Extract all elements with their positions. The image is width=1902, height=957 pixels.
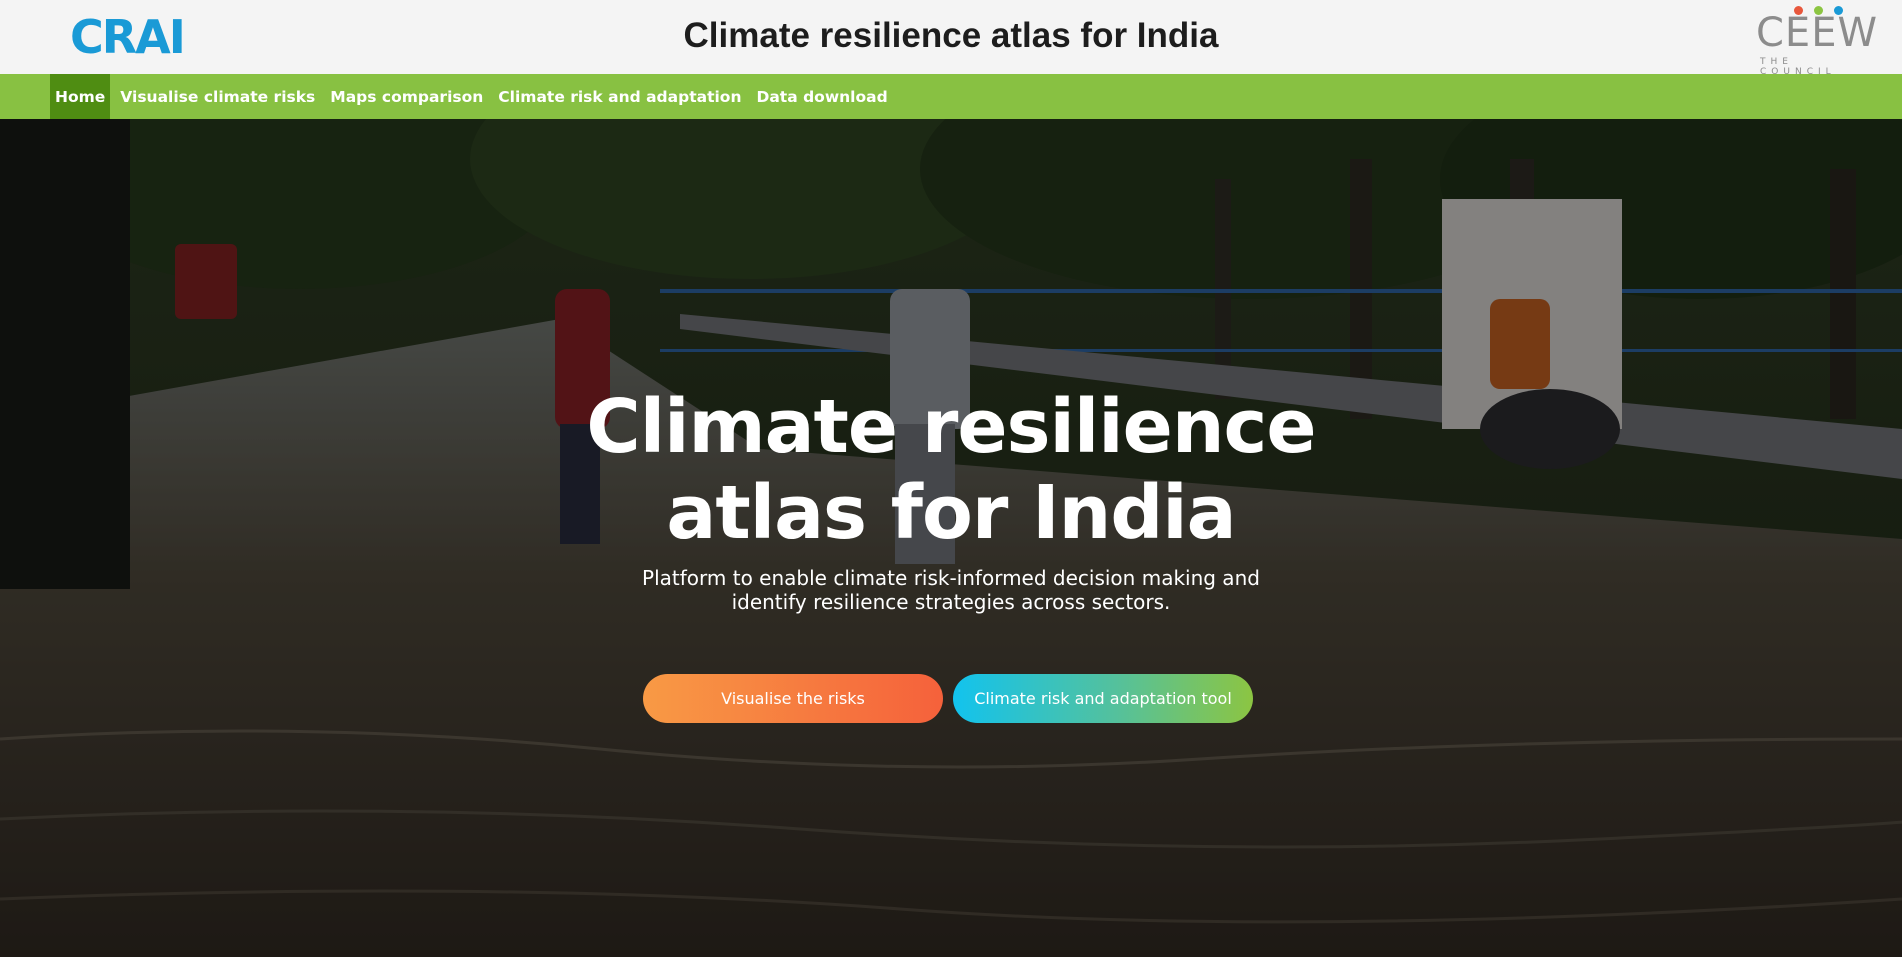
- hero-title-line: Climate resilience: [586, 384, 1316, 470]
- visualise-risks-button[interactable]: Visualise the risks: [643, 674, 943, 723]
- nav-item-data-download[interactable]: Data download: [751, 74, 897, 119]
- site-title: Climate resilience atlas for India: [683, 16, 1219, 55]
- hero-title-line: atlas for India: [666, 470, 1236, 556]
- main-nav: Home Visualise climate risks Maps compar…: [0, 74, 1902, 119]
- ceew-logo[interactable]: CEEW THE COUNCIL: [1754, 6, 1877, 77]
- hero-subtitle: Platform to enable climate risk-informed…: [0, 566, 1902, 614]
- hero-title: Climate resilience atlas for India: [0, 384, 1902, 556]
- hero-subtitle-line: Platform to enable climate risk-informed…: [642, 566, 1260, 590]
- ceew-logo-word: CEEW: [1756, 10, 1879, 56]
- top-header: CRAI Climate resilience atlas for India …: [0, 0, 1902, 77]
- nav-item-maps-comparison[interactable]: Maps comparison: [325, 74, 493, 119]
- hero-section: Climate resilience atlas for India Platf…: [0, 119, 1902, 957]
- nav-item-visualise-climate-risks[interactable]: Visualise climate risks: [115, 74, 325, 119]
- hero-subtitle-line: identify resilience strategies across se…: [731, 590, 1171, 614]
- nav-item-climate-risk-and-adaptation[interactable]: Climate risk and adaptation: [493, 74, 751, 119]
- climate-risk-adaptation-tool-button[interactable]: Climate risk and adaptation tool: [953, 674, 1253, 723]
- nav-item-home[interactable]: Home: [50, 74, 111, 119]
- nav-list: Home Visualise climate risks Maps compar…: [50, 74, 898, 119]
